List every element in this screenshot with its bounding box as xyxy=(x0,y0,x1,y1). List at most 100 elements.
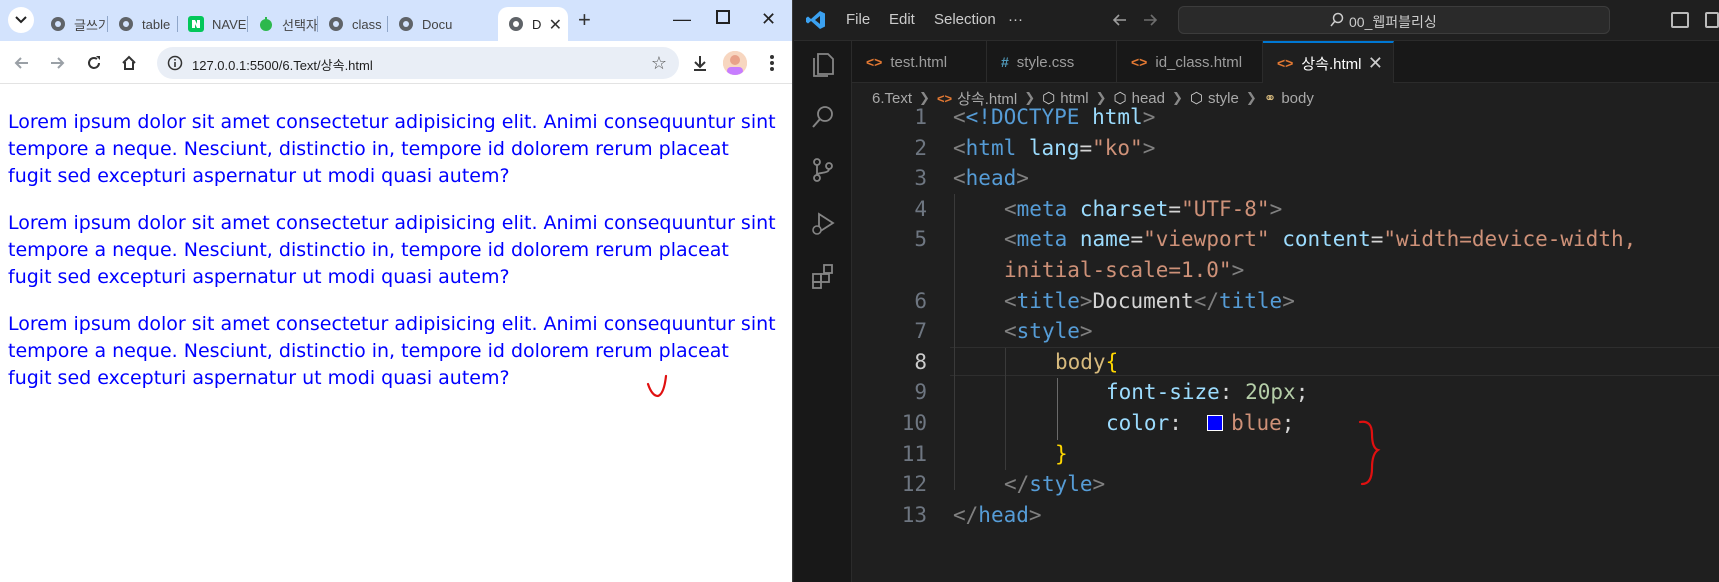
site-info-icon[interactable] xyxy=(167,55,183,71)
browser-tab-label: Docu xyxy=(422,16,453,32)
naver-icon xyxy=(188,16,204,32)
browser-tab[interactable]: table xyxy=(108,7,178,41)
code-line: </head> xyxy=(953,503,1042,527)
close-tab-icon[interactable]: ✕ xyxy=(549,15,562,35)
line-number: 10 xyxy=(901,411,927,435)
tab-id-class-html[interactable]: <> id_class.html xyxy=(1117,41,1263,83)
breadcrumb-item[interactable]: html xyxy=(1060,90,1088,107)
minimize-icon[interactable]: — xyxy=(673,8,691,30)
tab-search-button[interactable] xyxy=(8,7,34,33)
code-line: <meta charset="UTF-8"> xyxy=(1004,197,1283,221)
code-line: <<!DOCTYPE html> xyxy=(953,105,1156,129)
browser-tab-label: class xyxy=(352,16,382,32)
globe-icon xyxy=(118,16,134,32)
back-icon[interactable] xyxy=(12,53,32,73)
browser-tab-active[interactable]: D ✕ xyxy=(498,7,568,41)
source-control-icon[interactable] xyxy=(808,155,838,185)
line-number: 8 xyxy=(914,350,927,374)
css-file-icon: # xyxy=(1001,54,1009,70)
tab-label: style.css xyxy=(1016,53,1075,71)
code-line: body{ xyxy=(1055,350,1119,374)
bookmark-star-icon[interactable]: ☆ xyxy=(651,53,667,74)
nav-forward-icon[interactable] xyxy=(1142,12,1158,28)
indent-guide xyxy=(954,194,955,490)
html-file-icon: <> xyxy=(936,90,953,106)
code-editor[interactable]: 1 2 3 4 5 6 7 8 9 10 11 12 13 <<!DOCTYPE… xyxy=(852,105,1719,582)
line-number: 11 xyxy=(901,442,927,466)
browser-tab-label: D xyxy=(532,16,542,32)
menu-file[interactable]: File xyxy=(846,11,870,28)
maximize-icon[interactable] xyxy=(716,10,730,24)
breadcrumb-item[interactable]: head xyxy=(1132,90,1165,107)
chevron-right-icon: ❯ xyxy=(919,90,930,105)
browser-tab-label: 선택자 xyxy=(282,17,318,33)
breadcrumb-item[interactable]: 6.Text xyxy=(872,90,912,107)
browser-tab[interactable]: class xyxy=(318,7,388,41)
toggle-panel-icon[interactable] xyxy=(1705,12,1719,28)
close-window-icon[interactable]: ✕ xyxy=(761,8,776,30)
download-icon[interactable] xyxy=(690,53,710,73)
reload-icon[interactable] xyxy=(84,53,104,73)
globe-icon xyxy=(50,16,66,32)
toggle-sidebar-icon[interactable] xyxy=(1671,12,1689,28)
chevron-right-icon: ❯ xyxy=(1095,90,1107,105)
paragraph: Lorem ipsum dolor sit amet consectetur a… xyxy=(8,212,776,288)
search-icon[interactable] xyxy=(808,102,838,132)
browser-tab-label: NAVER xyxy=(212,16,248,32)
browser-tab-strip: 글쓰기 table NAVER 선택자 class Docu xyxy=(0,0,792,41)
browser-tab[interactable]: Docu xyxy=(388,7,458,41)
page-content: Lorem ipsum dolor sit amet consectetur a… xyxy=(0,84,792,582)
line-number: 9 xyxy=(914,380,927,404)
code-line: } xyxy=(1055,442,1068,466)
vscode-titlebar: File Edit Selection ··· 00_웹퍼블리싱 xyxy=(794,0,1719,41)
close-icon[interactable]: ✕ xyxy=(1368,53,1383,74)
browser-tab[interactable]: 선택자 xyxy=(248,7,318,41)
html-file-icon: <> xyxy=(1131,54,1148,70)
chevron-right-icon: ❯ xyxy=(1024,90,1036,105)
code-line: <head> xyxy=(953,166,1029,190)
more-menu-icon[interactable] xyxy=(762,53,782,73)
run-debug-icon[interactable] xyxy=(808,208,838,238)
paragraph: Lorem ipsum dolor sit amet consectetur a… xyxy=(8,111,776,187)
vscode-window: File Edit Selection ··· 00_웹퍼블리싱 <> test… xyxy=(794,0,1719,582)
profile-avatar[interactable] xyxy=(723,51,747,75)
menu-edit[interactable]: Edit xyxy=(889,11,915,28)
line-number: 2 xyxy=(914,136,927,160)
code-line: color: blue; xyxy=(1106,411,1295,435)
extensions-icon[interactable] xyxy=(808,261,838,291)
new-tab-button[interactable]: + xyxy=(578,8,591,32)
color-swatch[interactable] xyxy=(1207,415,1224,431)
code-line: <style> xyxy=(1004,319,1093,343)
leaf-icon xyxy=(258,16,274,32)
tab-style-css[interactable]: # style.css xyxy=(987,41,1117,83)
tab-label: test.html xyxy=(890,53,948,71)
tab-label: 상속.html xyxy=(1301,55,1362,73)
browser-window: 글쓰기 table NAVER 선택자 class Docu xyxy=(0,0,793,582)
breadcrumb-item[interactable]: style xyxy=(1208,90,1239,107)
home-icon[interactable] xyxy=(119,53,139,73)
explorer-icon[interactable] xyxy=(808,49,838,79)
code-line: <html lang="ko"> xyxy=(953,136,1156,160)
tab-label: id_class.html xyxy=(1155,53,1243,71)
globe-icon xyxy=(508,16,524,32)
url-text: 127.0.0.1:5500/6.Text/상속.html xyxy=(192,58,373,73)
browser-tab-label: 글쓰기 xyxy=(74,17,108,33)
indent-guide xyxy=(1005,348,1006,470)
address-bar[interactable]: 127.0.0.1:5500/6.Text/상속.html ☆ xyxy=(157,47,679,79)
menu-selection[interactable]: Selection xyxy=(934,11,996,28)
browser-tab[interactable]: 글쓰기 xyxy=(40,7,108,41)
code-line: font-size: 20px; xyxy=(1106,380,1309,404)
globe-icon xyxy=(398,16,414,32)
chevron-right-icon: ❯ xyxy=(1245,90,1257,105)
tab-inheritance-html[interactable]: <> 상속.html ✕ xyxy=(1263,41,1394,83)
browser-toolbar: 127.0.0.1:5500/6.Text/상속.html ☆ xyxy=(0,41,792,84)
menu-more[interactable]: ··· xyxy=(1008,11,1023,28)
code-line: <meta name="viewport" content="width=dev… xyxy=(1004,227,1637,251)
nav-back-icon[interactable] xyxy=(1112,12,1128,28)
breadcrumb-item[interactable]: body xyxy=(1281,90,1314,107)
tab-test-html[interactable]: <> test.html xyxy=(852,41,987,83)
forward-icon[interactable] xyxy=(47,53,67,73)
browser-tab[interactable]: NAVER xyxy=(178,7,248,41)
red-check-annotation xyxy=(646,374,668,398)
command-center-search[interactable]: 00_웹퍼블리싱 xyxy=(1178,6,1610,34)
